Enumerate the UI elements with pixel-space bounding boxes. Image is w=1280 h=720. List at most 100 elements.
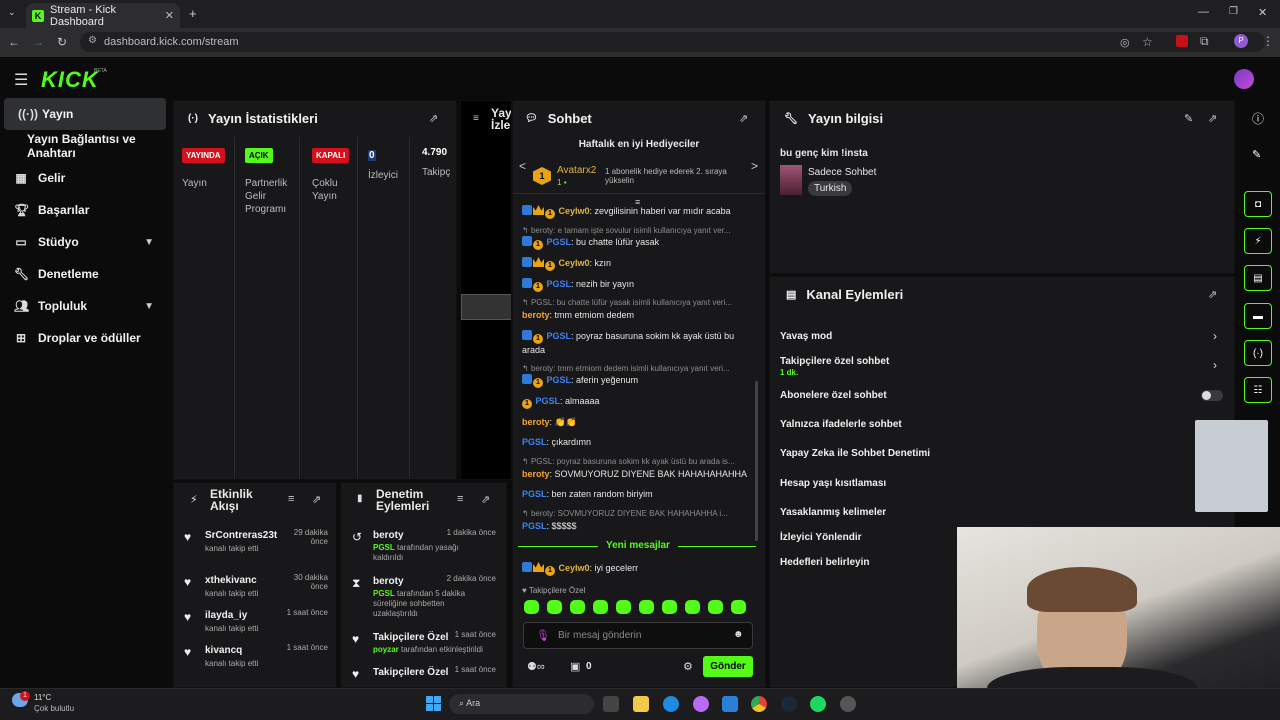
windows-start-icon[interactable] — [426, 696, 441, 711]
extensions-puzzle-icon[interactable]: ⧉ — [1200, 34, 1209, 49]
moderation-actor[interactable]: PGSL — [373, 589, 395, 598]
window-close-icon[interactable]: ✕ — [1258, 6, 1267, 19]
chrome-icon[interactable] — [751, 696, 767, 712]
emote-icon[interactable] — [708, 600, 723, 614]
chat-username[interactable]: PGSL — [522, 437, 547, 447]
store-app-icon[interactable] — [722, 696, 738, 712]
emote-icon[interactable] — [593, 600, 608, 614]
browser-menu-icon[interactable]: ⋮ — [1262, 34, 1274, 48]
emoji-icon[interactable]: ☻ — [733, 629, 744, 640]
moderation-target[interactable]: Takipçilere Özel — [373, 667, 448, 678]
filter-icon[interactable]: ≡ — [288, 493, 294, 505]
moderation-actor[interactable]: PGSL — [373, 543, 395, 552]
emote-icon[interactable] — [685, 600, 700, 614]
sidebar-item-droplar[interactable]: ⊞ Droplar ve ödüller — [0, 322, 170, 354]
sidebar-item-denetleme[interactable]: 🔧︎ Denetleme — [0, 258, 170, 290]
chat-username[interactable]: PGSL — [547, 375, 572, 385]
spotify-icon[interactable] — [810, 696, 826, 712]
eye-off-icon[interactable]: ◎ — [1120, 36, 1130, 49]
toolbar-button-6[interactable]: ☷ — [1244, 377, 1272, 403]
chat-username[interactable]: PGSL — [522, 521, 547, 531]
emote-icon[interactable] — [662, 600, 677, 614]
chat-username[interactable]: Ceylw0 — [559, 563, 590, 573]
filter-icon[interactable]: ≡ — [457, 493, 463, 505]
emote-icon[interactable] — [731, 600, 746, 614]
edge-icon[interactable] — [663, 696, 679, 712]
popout-icon[interactable]: ⇗ — [481, 493, 490, 506]
next-arrow-icon[interactable]: > — [751, 159, 758, 173]
settings-gear-icon[interactable]: ⚙ — [683, 660, 693, 673]
minimize-icon[interactable]: — — [1198, 6, 1209, 18]
action-banned-words[interactable]: Yasaklanmış kelimeler — [780, 507, 886, 518]
file-explorer-icon[interactable] — [633, 696, 649, 712]
action-slow-mode[interactable]: Yavaş mod — [780, 331, 832, 342]
moderation-actor[interactable]: poyzar — [373, 645, 399, 654]
video-thumbnail[interactable] — [461, 294, 511, 320]
user-avatar[interactable] — [1234, 69, 1254, 89]
sidebar-item-yayin[interactable]: ((·)) Yayın — [4, 98, 166, 130]
activity-username[interactable]: xthekivanc — [205, 575, 258, 586]
action-followers-only[interactable]: Takipçilere özel sohbet 1 dk. — [780, 356, 889, 378]
action-ai-moderation[interactable]: Yapay Zeka ile Sohbet Denetimi — [780, 448, 930, 459]
profile-avatar[interactable]: P — [1234, 34, 1248, 48]
chat-username[interactable]: beroty — [522, 417, 550, 427]
chat-username[interactable]: PGSL — [522, 489, 547, 499]
hamburger-menu-icon[interactable]: ☰ — [14, 70, 28, 90]
steam-icon[interactable] — [781, 696, 797, 712]
toolbar-button-2[interactable]: ⚡︎ — [1244, 228, 1272, 254]
category-name[interactable]: Sadece Sohbet — [808, 167, 876, 178]
action-host[interactable]: İzleyici Yönlendir — [780, 532, 862, 543]
activity-username[interactable]: kivancq — [205, 645, 258, 656]
chat-username[interactable]: PGSL — [547, 331, 572, 341]
mic-icon[interactable]: 🎙︎ — [536, 629, 550, 642]
restore-icon[interactable]: ❐ — [1229, 6, 1238, 17]
activity-username[interactable]: ilayda_iy — [205, 610, 258, 621]
toolbar-button-5[interactable]: (·) — [1244, 340, 1272, 366]
chat-username[interactable]: Ceylw0 — [559, 206, 590, 216]
popout-icon[interactable]: ⇗ — [1208, 112, 1217, 125]
sidebar-item-topluluk[interactable]: 👥︎ Topluluk ▼ — [0, 290, 170, 322]
forward-icon[interactable]: → — [30, 35, 46, 49]
chat-username[interactable]: beroty — [522, 310, 550, 320]
popout-icon[interactable]: ⇗ — [1208, 288, 1217, 301]
site-info-icon[interactable]: ⚙ — [88, 35, 97, 46]
subscribers-only-toggle[interactable] — [1201, 390, 1223, 401]
activity-username[interactable]: SrContreras23t — [205, 530, 277, 541]
chatters-icon[interactable]: ⚉∞ — [527, 660, 545, 673]
stream-tag[interactable]: Turkish — [808, 181, 853, 196]
emote-icon[interactable] — [639, 600, 654, 614]
gifter-name[interactable]: Avatarx2 — [557, 165, 596, 176]
emote-icon[interactable] — [616, 600, 631, 614]
bookmark-star-icon[interactable]: ☆ — [1142, 35, 1153, 49]
task-view-icon[interactable] — [603, 696, 619, 712]
taskbar-search[interactable]: ⌕ Ara — [449, 694, 594, 714]
chevron-right-icon[interactable]: › — [1213, 329, 1217, 343]
chat-username[interactable]: beroty — [522, 469, 550, 479]
kick-logo[interactable]: KICK — [41, 67, 99, 93]
edit-pencil-icon[interactable]: ✎ — [1252, 148, 1261, 161]
new-tab-icon[interactable]: + — [189, 6, 197, 21]
emote-icon[interactable] — [524, 600, 539, 614]
chat-input[interactable]: 🎙︎ Bir mesaj gönderin ☻ — [523, 622, 753, 649]
tab-close-icon[interactable]: ✕ — [165, 9, 174, 22]
send-button[interactable]: Gönder — [703, 656, 753, 677]
copilot-icon[interactable] — [693, 696, 709, 712]
url-field[interactable]: ⚙ dashboard.kick.com/stream — [80, 32, 1265, 52]
chat-username[interactable]: PGSL — [547, 279, 572, 289]
chat-username[interactable]: PGSL — [547, 237, 572, 247]
info-icon[interactable]: ⓘ — [1252, 110, 1264, 127]
sidebar-item-basarilar[interactable]: 🏆︎ Başarılar — [0, 194, 170, 226]
action-emote-only[interactable]: Yalnızca ifadelerle sohbet — [780, 419, 902, 430]
sidebar-item-stream-key[interactable]: Yayın Bağlantısı ve Anahtarı — [0, 130, 170, 162]
chat-username[interactable]: Ceylw0 — [559, 258, 590, 268]
chevron-right-icon[interactable]: › — [1213, 358, 1217, 372]
sidebar-item-gelir[interactable]: ▦ Gelir — [0, 162, 170, 194]
popout-icon[interactable]: ⇗ — [312, 493, 321, 506]
chat-username[interactable]: PGSL — [536, 396, 561, 406]
extension-icon[interactable] — [1176, 35, 1188, 47]
app-icon[interactable] — [840, 696, 856, 712]
toolbar-button-4[interactable]: ▬ — [1244, 303, 1272, 329]
emote-icon[interactable] — [570, 600, 585, 614]
toolbar-button-1[interactable]: ◘ — [1244, 191, 1272, 217]
edit-pencil-icon[interactable]: ✎ — [1184, 112, 1193, 125]
